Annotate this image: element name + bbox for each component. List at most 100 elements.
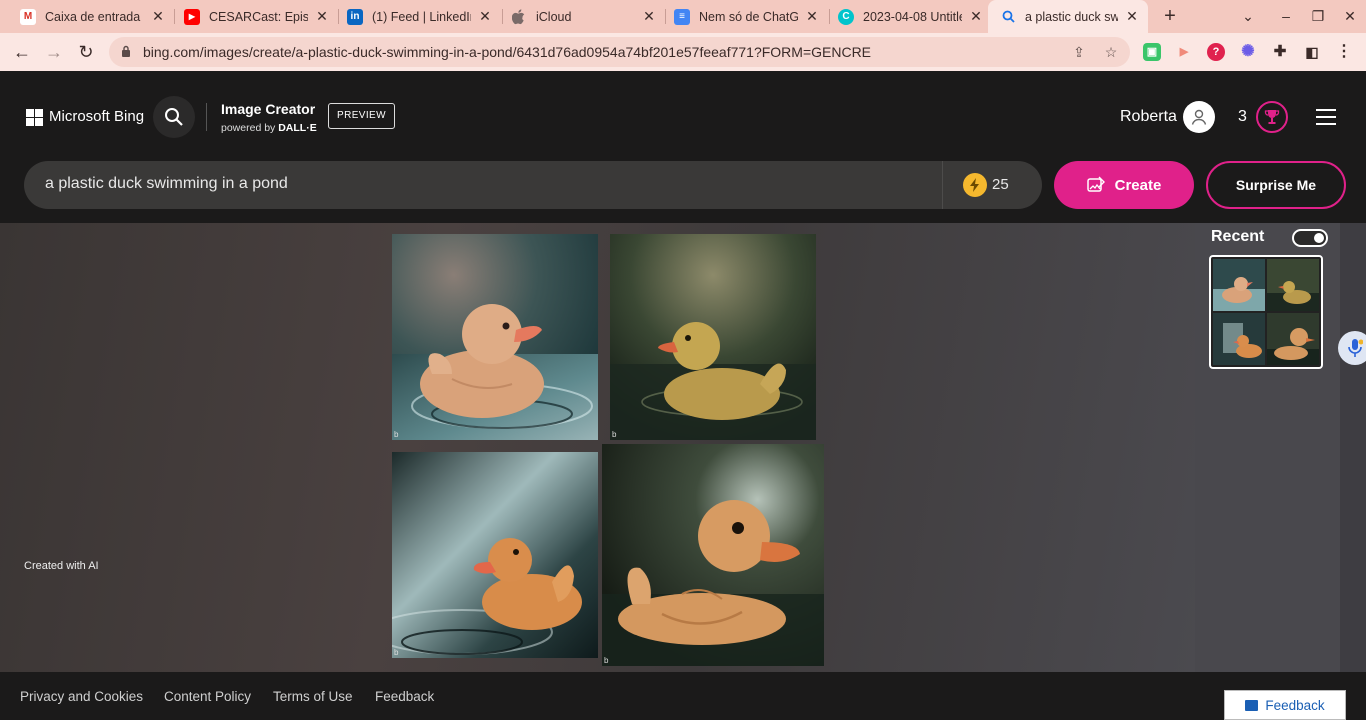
- generated-image-1[interactable]: b: [392, 234, 598, 440]
- extension-icon[interactable]: ?: [1207, 43, 1225, 61]
- puzzle-icon[interactable]: ✚: [1271, 43, 1289, 61]
- footer-link-content-policy[interactable]: Content Policy: [164, 689, 251, 704]
- user-icon: [1191, 109, 1207, 125]
- minimize-icon[interactable]: –: [1274, 5, 1298, 27]
- tab-title: 2023-04-08 Untitle: [863, 9, 962, 24]
- search-icon: [165, 108, 183, 126]
- page-title: Image Creator: [221, 101, 316, 117]
- voice-search-button[interactable]: [1338, 331, 1366, 365]
- close-tab-icon[interactable]: ✕: [314, 8, 330, 25]
- feedback-button[interactable]: Feedback: [1224, 690, 1346, 720]
- tab-title: iCloud: [536, 9, 572, 24]
- avatar[interactable]: [1183, 101, 1215, 133]
- tab-title: Nem só de ChatG: [699, 9, 798, 24]
- boost-lightning-icon[interactable]: [963, 173, 987, 197]
- close-tab-icon[interactable]: ✕: [150, 8, 166, 25]
- browser-tab-gmail[interactable]: M Caixa de entrada ✕: [8, 0, 174, 33]
- close-tab-icon[interactable]: ✕: [1124, 8, 1140, 25]
- recent-creation-thumbnail[interactable]: [1209, 255, 1323, 369]
- browser-tabstrip: M Caixa de entrada ✕ ▶ CESARCast: Episó …: [0, 0, 1366, 33]
- duck-image: [610, 234, 816, 440]
- url-text: bing.com/images/create/a-plastic-duck-sw…: [143, 44, 872, 60]
- thumb-duck-1: [1213, 259, 1265, 311]
- tab-title: CESARCast: Episó: [209, 9, 308, 24]
- share-icon[interactable]: ⇪: [1071, 44, 1087, 60]
- browser-tab-linkedin[interactable]: in (1) Feed | LinkedIn ✕: [335, 0, 501, 33]
- bookmark-star-icon[interactable]: ☆: [1103, 44, 1119, 60]
- recent-toggle[interactable]: [1292, 229, 1328, 247]
- gmail-icon: M: [20, 8, 36, 25]
- thumb-duck-3: [1213, 313, 1265, 365]
- created-with-ai-label: Created with AI: [24, 560, 99, 572]
- duck-image: [392, 452, 598, 658]
- restore-icon[interactable]: ❐: [1306, 5, 1330, 27]
- footer-link-terms[interactable]: Terms of Use: [273, 689, 353, 704]
- close-tab-icon[interactable]: ✕: [804, 8, 820, 25]
- browser-tab-canva[interactable]: C 2023-04-08 Untitle ✕: [826, 0, 992, 33]
- canva-icon: C: [838, 8, 854, 25]
- browser-tab-bing-active[interactable]: a plastic duck swi ✕: [988, 0, 1148, 33]
- lock-icon: [119, 45, 133, 59]
- rewards-trophy-icon[interactable]: [1256, 101, 1288, 133]
- feedback-button-label: Feedback: [1265, 697, 1325, 713]
- tab-title: a plastic duck swi: [1025, 9, 1118, 24]
- tab-title: Caixa de entrada: [45, 9, 141, 24]
- generated-image-3[interactable]: b: [392, 452, 598, 658]
- powered-by-label: powered by DALL·E: [221, 122, 317, 134]
- recent-title: Recent: [1211, 228, 1265, 245]
- surprise-me-button[interactable]: Surprise Me: [1206, 161, 1346, 209]
- new-tab-icon[interactable]: +: [1158, 5, 1182, 29]
- prompt-bar: 25: [24, 161, 1042, 209]
- browser-tab-icloud[interactable]: iCloud ✕: [499, 0, 665, 33]
- generated-image-4[interactable]: b: [602, 444, 824, 666]
- back-icon[interactable]: ←: [10, 40, 34, 64]
- apple-icon: [511, 8, 527, 25]
- divider: [206, 103, 207, 131]
- browser-tab-youtube[interactable]: ▶ CESARCast: Episó ✕: [172, 0, 338, 33]
- tab-title: (1) Feed | LinkedIn: [372, 9, 471, 24]
- prompt-input[interactable]: [45, 175, 925, 193]
- youtube-icon: ▶: [184, 8, 200, 25]
- rewards-count[interactable]: 3: [1238, 108, 1247, 126]
- hamburger-menu-icon[interactable]: [1316, 109, 1336, 125]
- address-bar[interactable]: bing.com/images/create/a-plastic-duck-sw…: [109, 37, 1130, 67]
- microsoft-logo-icon[interactable]: [26, 109, 43, 126]
- bing-watermark: b: [612, 430, 617, 439]
- close-window-icon[interactable]: ✕: [1338, 5, 1362, 27]
- close-tab-icon[interactable]: ✕: [641, 8, 657, 25]
- generated-image-2[interactable]: b: [610, 234, 816, 440]
- feedback-icon: [1245, 699, 1259, 711]
- browser-tab-google-docs[interactable]: ≡ Nem só de ChatG ✕: [662, 0, 828, 33]
- side-panel-icon[interactable]: ◧: [1303, 43, 1321, 61]
- recent-panel: Recent: [1195, 223, 1340, 672]
- bing-header: Microsoft Bing Image Creator powered by …: [0, 71, 1366, 223]
- user-name[interactable]: Roberta: [1120, 108, 1177, 126]
- tab-search-icon[interactable]: ⌄: [1236, 5, 1260, 27]
- divider: [942, 161, 943, 209]
- google-docs-icon: ≡: [674, 8, 690, 25]
- search-button[interactable]: [153, 96, 195, 138]
- extension-icon[interactable]: ✺: [1239, 43, 1257, 61]
- footer-link-feedback[interactable]: Feedback: [375, 689, 434, 704]
- kebab-menu-icon[interactable]: ⋮: [1335, 43, 1353, 61]
- bing-watermark: b: [394, 648, 399, 657]
- create-label: Create: [1114, 176, 1162, 194]
- create-button[interactable]: Create: [1054, 161, 1194, 209]
- dalle-brand: DALL·E: [278, 122, 317, 134]
- duck-image: [602, 444, 824, 666]
- footer: Privacy and Cookies Content Policy Terms…: [0, 672, 1366, 720]
- close-tab-icon[interactable]: ✕: [477, 8, 493, 25]
- thumb-duck-4: [1267, 313, 1319, 365]
- reload-icon[interactable]: ↻: [74, 40, 98, 64]
- extension-icon[interactable]: ▣: [1143, 43, 1161, 61]
- bing-search-icon: [1000, 9, 1016, 25]
- screen-record-icon[interactable]: ▶: [1175, 43, 1193, 61]
- footer-link-privacy[interactable]: Privacy and Cookies: [20, 689, 143, 704]
- brand-name[interactable]: Microsoft Bing: [49, 108, 144, 125]
- thumb-duck-2: [1267, 259, 1319, 311]
- preview-badge: PREVIEW: [328, 103, 395, 129]
- close-tab-icon[interactable]: ✕: [968, 8, 984, 25]
- microphone-icon: [1348, 339, 1363, 357]
- bing-watermark: b: [604, 656, 609, 665]
- forward-icon[interactable]: →: [42, 40, 66, 64]
